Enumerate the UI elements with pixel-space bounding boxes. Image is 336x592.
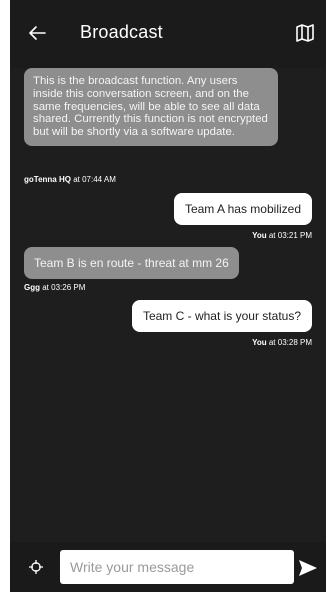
message-text: Team B is en route - threat at mm 26: [34, 256, 229, 270]
message-time: at 03:28 PM: [268, 338, 312, 347]
message-time: at 03:21 PM: [268, 231, 312, 240]
incoming-message-bubble: This is the broadcast function. Any user…: [24, 68, 278, 146]
incoming-message-bubble: Team B is en route - threat at mm 26: [24, 247, 239, 279]
message-meta: You at 03:21 PM: [252, 231, 312, 240]
message-meta: Ggg at 03:26 PM: [24, 283, 85, 292]
message-time: at 07:44 AM: [73, 175, 116, 184]
sender-name: goTenna HQ: [24, 175, 71, 184]
message-meta: goTenna HQ at 07:44 AM: [24, 175, 116, 184]
crosshair-icon[interactable]: [26, 557, 46, 577]
message-text: This is the broadcast function. Any user…: [33, 75, 268, 139]
message-list: This is the broadcast function. Any user…: [10, 68, 326, 542]
app-bar: Broadcast: [10, 0, 326, 68]
arrow-left-icon[interactable]: [22, 18, 52, 48]
message-time: at 03:26 PM: [42, 283, 86, 292]
message-text: Team A has mobilized: [184, 202, 301, 216]
sender-name: You: [252, 338, 267, 347]
map-icon[interactable]: [292, 20, 318, 46]
sender-name: Ggg: [24, 283, 40, 292]
outgoing-message-bubble: Team A has mobilized: [173, 193, 312, 225]
message-composer: [10, 542, 326, 592]
message-meta: You at 03:28 PM: [252, 338, 312, 347]
outgoing-message-bubble: Team C - what is your status?: [131, 300, 312, 332]
send-icon[interactable]: [296, 556, 320, 580]
message-text: Team C - what is your status?: [142, 309, 301, 323]
message-input[interactable]: [60, 550, 294, 584]
sender-name: You: [252, 231, 267, 240]
app-screen: Broadcast This is the broadcast function…: [10, 0, 326, 592]
page-title: Broadcast: [80, 22, 163, 42]
